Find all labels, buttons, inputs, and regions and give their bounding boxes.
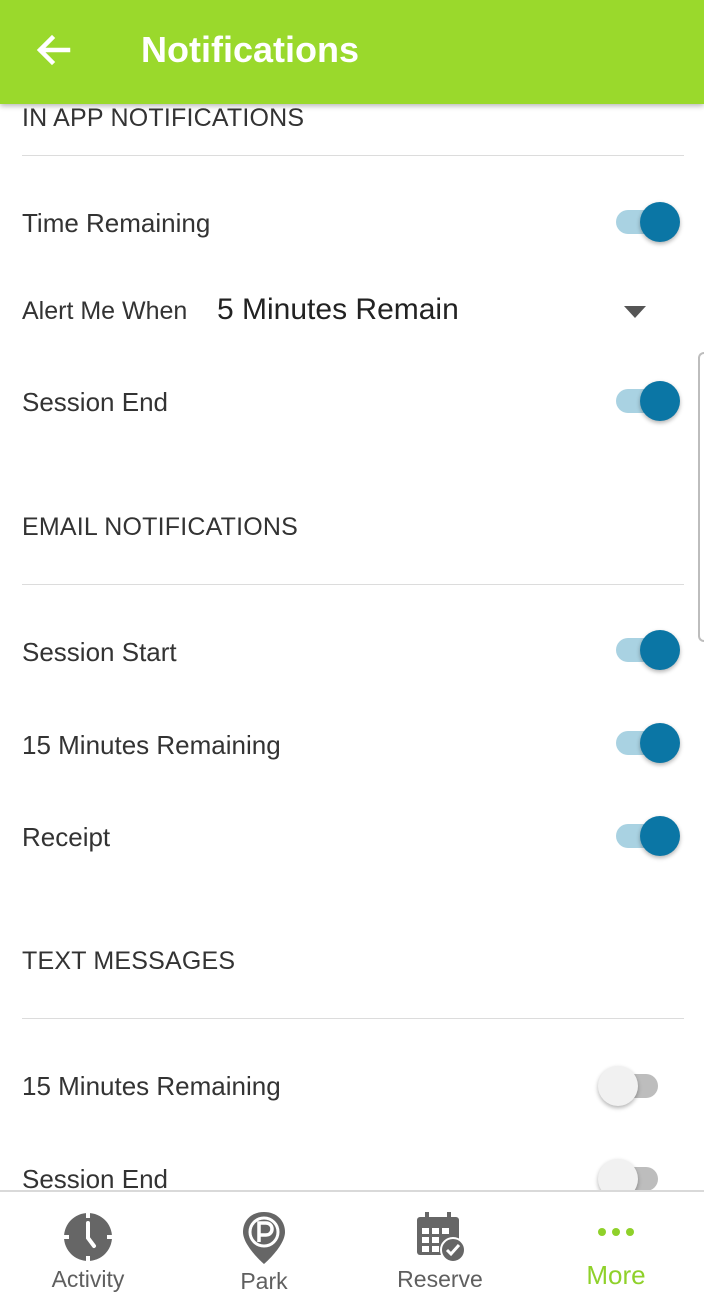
toggle-knob (640, 630, 680, 670)
time-remaining-toggle[interactable] (610, 200, 680, 244)
toggle-knob (598, 1159, 638, 1190)
notifications-list[interactable]: IN APP NOTIFICATIONS Time Remaining Aler… (0, 104, 704, 1190)
calendar-check-icon (417, 1212, 466, 1263)
divider (22, 584, 684, 585)
nav-label: Activity (51, 1266, 125, 1292)
nav-label: More (586, 1260, 646, 1290)
email-15-minutes-toggle[interactable] (610, 721, 680, 765)
more-dots-icon (598, 1228, 634, 1236)
toggle-knob (640, 381, 680, 421)
toggle-knob (598, 1066, 638, 1106)
section-header-email: EMAIL NOTIFICATIONS (22, 513, 299, 541)
text-session-end-label: Session End (22, 1164, 168, 1190)
alert-me-when-dropdown[interactable]: Alert Me When 5 Minutes Remain (0, 290, 704, 336)
receipt-toggle[interactable] (610, 814, 680, 858)
section-header-text: TEXT MESSAGES (22, 947, 236, 975)
nav-item-more[interactable]: More (528, 1192, 704, 1309)
session-end-toggle[interactable] (610, 379, 680, 423)
session-end-label: Session End (22, 387, 168, 417)
toggle-knob (640, 723, 680, 763)
bottom-nav: Activity Park Reserve More (0, 1190, 704, 1309)
session-start-label: Session Start (22, 637, 177, 667)
receipt-label: Receipt (22, 822, 111, 852)
time-remaining-label: Time Remaining (22, 208, 211, 238)
nav-item-reserve[interactable]: Reserve (352, 1192, 528, 1309)
divider (22, 1018, 684, 1019)
clock-icon (64, 1213, 112, 1261)
caret-down-icon (624, 306, 646, 318)
divider (22, 155, 684, 156)
alert-me-when-label: Alert Me When (22, 297, 188, 325)
arrow-left-icon (36, 34, 71, 66)
text-session-end-toggle[interactable] (598, 1157, 668, 1190)
session-start-toggle[interactable] (610, 628, 680, 672)
text-15-minutes-toggle[interactable] (598, 1064, 668, 1108)
email-15-minutes-label: 15 Minutes Remaining (22, 730, 281, 760)
edge-scroll-handle[interactable] (698, 352, 704, 642)
back-button[interactable] (30, 26, 78, 74)
alert-me-when-value: 5 Minutes Remain (217, 293, 459, 326)
parking-pin-icon (243, 1212, 285, 1264)
toggle-knob (640, 202, 680, 242)
nav-label: Reserve (397, 1266, 483, 1292)
toggle-knob (640, 816, 680, 856)
text-15-minutes-label: 15 Minutes Remaining (22, 1071, 281, 1101)
nav-item-park[interactable]: Park (176, 1192, 352, 1309)
nav-label: Park (240, 1268, 288, 1294)
section-header-in-app: IN APP NOTIFICATIONS (22, 104, 305, 132)
app-bar: Notifications (0, 0, 704, 104)
page-title: Notifications (141, 29, 360, 70)
nav-item-activity[interactable]: Activity (0, 1192, 176, 1309)
